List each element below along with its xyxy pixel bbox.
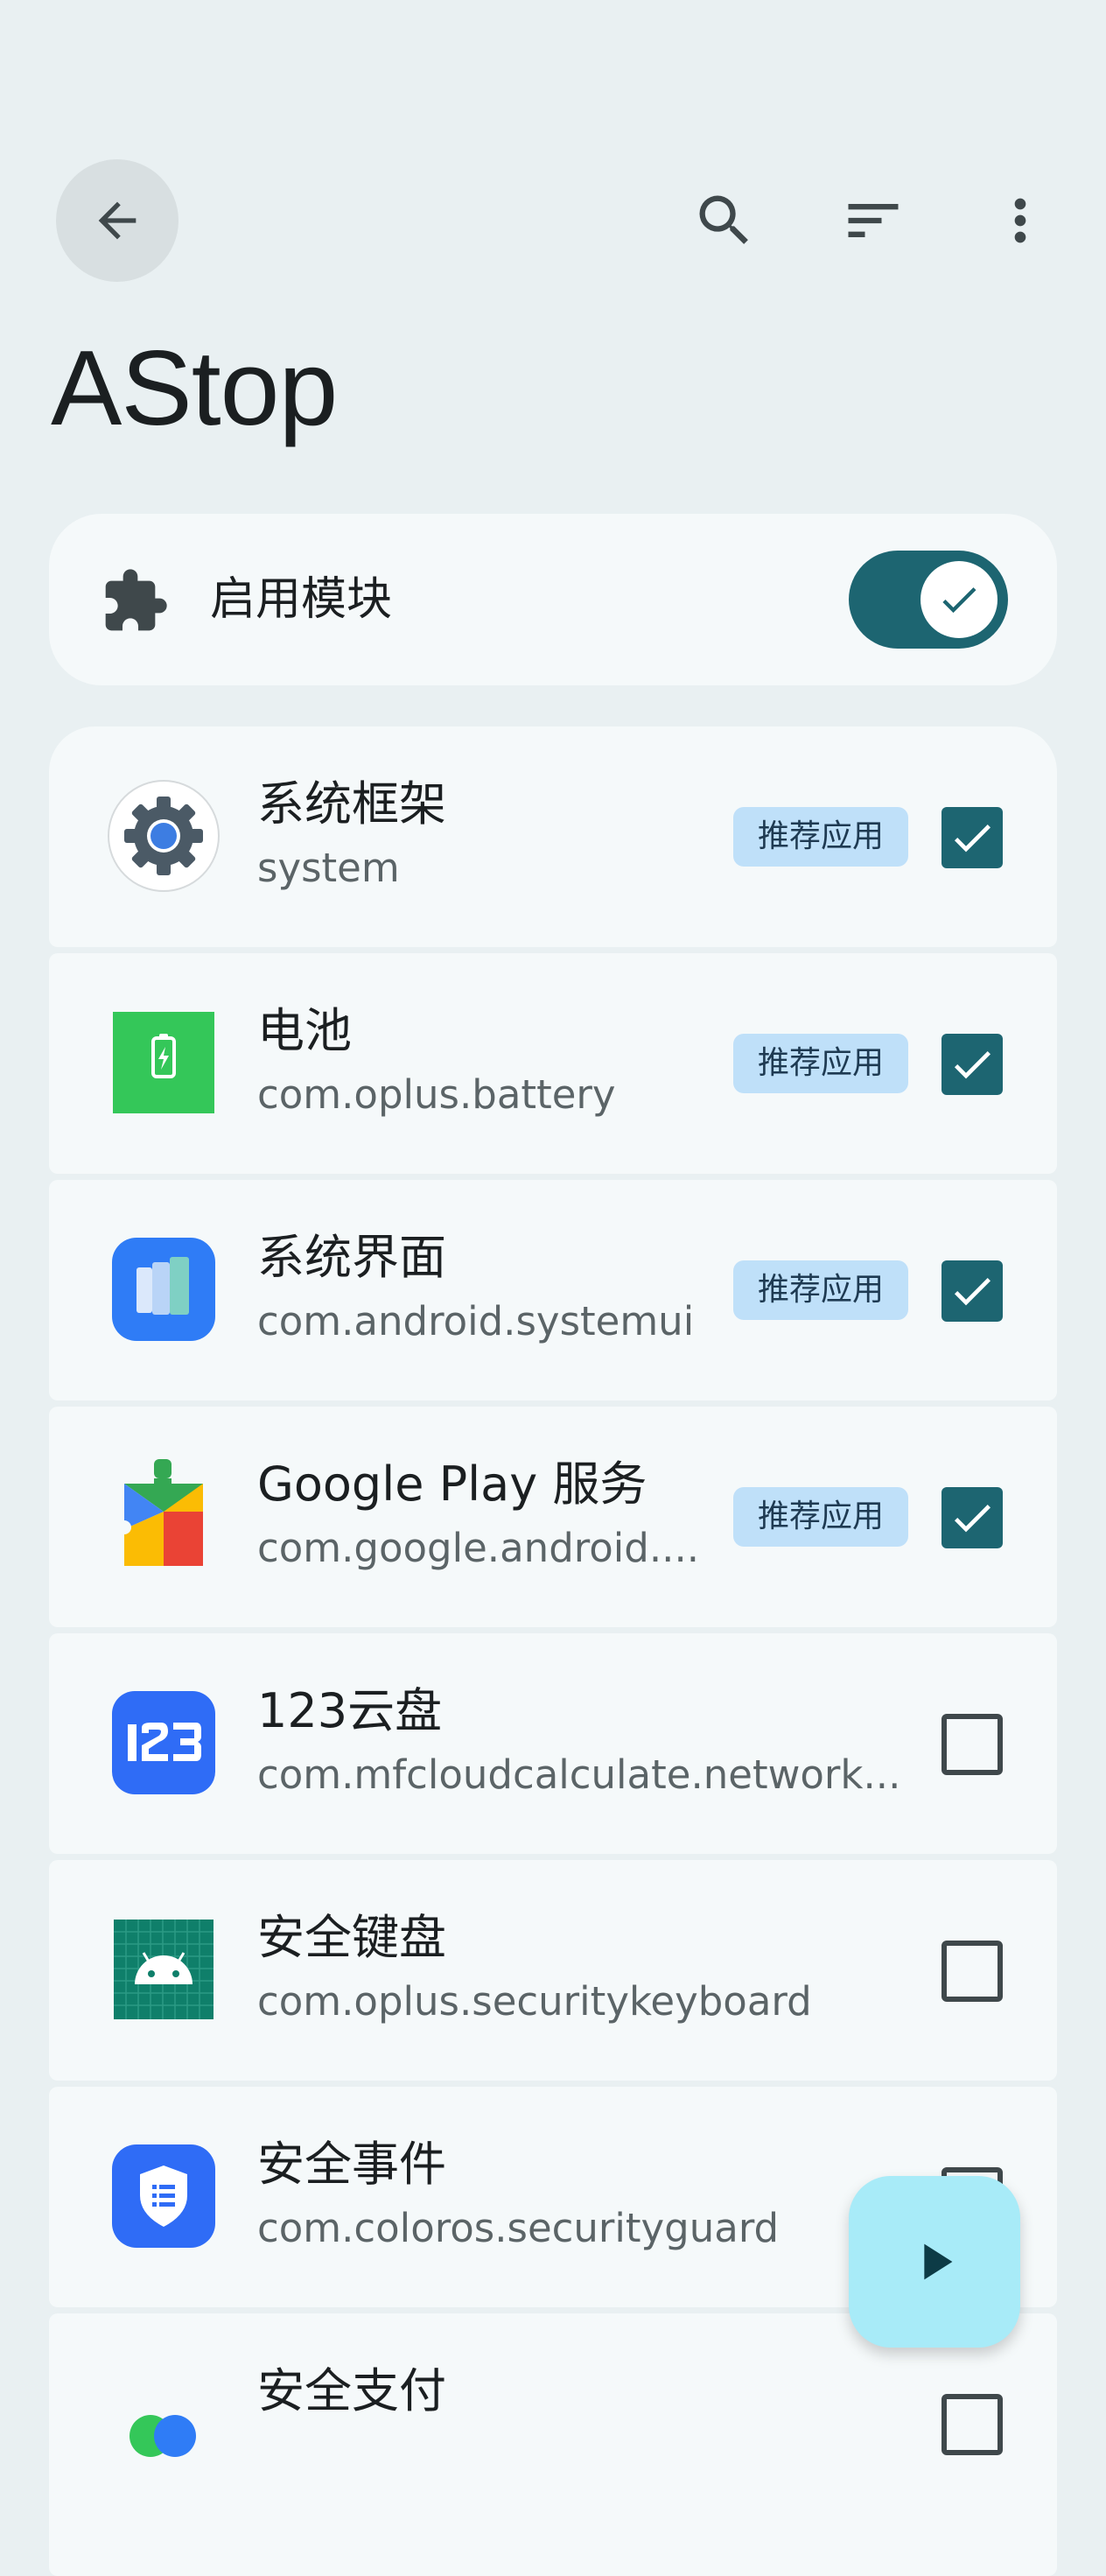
settings-gear-icon — [107, 779, 220, 893]
page-title: AStop — [51, 328, 338, 447]
app-checkbox[interactable] — [942, 2394, 1003, 2455]
app-name: 电池 — [257, 1003, 352, 1058]
app-package: com.google.android.... — [257, 1525, 700, 1571]
search-button[interactable] — [690, 186, 760, 256]
android-robot-icon — [107, 1913, 220, 2026]
more-vert-icon — [1014, 198, 1026, 243]
app-checkbox[interactable] — [942, 807, 1003, 868]
back-button[interactable] — [56, 159, 178, 282]
app-package: com.oplus.battery — [257, 1071, 616, 1118]
search-icon — [699, 195, 748, 244]
recommended-badge: 推荐应用 — [733, 807, 908, 867]
app-name: 安全支付 — [257, 2363, 446, 2418]
app-checkbox[interactable] — [942, 1487, 1003, 1548]
enable-module-switch[interactable] — [849, 551, 1008, 649]
app-checkbox[interactable] — [942, 1714, 1003, 1775]
check-icon — [942, 587, 976, 614]
secure-pay-icon — [107, 2366, 220, 2480]
check-icon — [954, 825, 990, 853]
run-fab-button[interactable] — [849, 2176, 1020, 2348]
app-name: 安全事件 — [257, 2137, 446, 2192]
app-name: 系统界面 — [257, 1230, 446, 1285]
app-checkbox[interactable] — [942, 1034, 1003, 1095]
more-options-button[interactable] — [985, 186, 1055, 256]
app-123-icon — [107, 1686, 220, 1800]
app-package: com.oplus.securitykeyboard — [257, 1978, 812, 2025]
switch-knob — [920, 561, 998, 638]
list-item[interactable]: 安全键盘 com.oplus.securitykeyboard — [49, 1860, 1057, 2081]
list-item[interactable]: 安全支付 — [49, 2313, 1057, 2576]
app-name: 123云盘 — [257, 1683, 443, 1738]
check-icon — [954, 1505, 990, 1533]
arrow-back-icon — [98, 201, 136, 240]
check-icon — [954, 1051, 990, 1079]
app-checkbox[interactable] — [942, 1260, 1003, 1322]
puzzle-icon — [105, 569, 167, 631]
sort-button[interactable] — [838, 186, 908, 256]
app-package: system — [257, 845, 400, 891]
app-package: com.mfcloudcalculate.network... — [257, 1751, 901, 1798]
list-item[interactable]: Google Play 服务 com.google.android.... 推荐… — [49, 1407, 1057, 1627]
top-app-bar — [0, 0, 1106, 298]
sort-icon — [848, 204, 899, 237]
recommended-badge: 推荐应用 — [733, 1034, 908, 1093]
app-package: com.android.systemui — [257, 1298, 695, 1344]
list-item[interactable]: 电池 com.oplus.battery 推荐应用 — [49, 953, 1057, 1174]
check-icon — [954, 1278, 990, 1306]
security-shield-icon — [107, 2139, 220, 2253]
app-package: com.coloros.securityguard — [257, 2205, 780, 2251]
app-name: 安全键盘 — [257, 1910, 446, 1965]
app-name: Google Play 服务 — [257, 1456, 648, 1512]
enable-module-label: 启用模块 — [210, 573, 393, 626]
list-item[interactable]: 系统界面 com.android.systemui 推荐应用 — [49, 1180, 1057, 1400]
app-name: 系统框架 — [257, 776, 446, 832]
app-checkbox[interactable] — [942, 1941, 1003, 2002]
systemui-icon — [107, 1232, 220, 1346]
list-item[interactable]: 系统框架 system 推荐应用 — [49, 726, 1057, 947]
google-play-services-icon — [107, 1459, 220, 1573]
recommended-badge: 推荐应用 — [733, 1487, 908, 1547]
list-item[interactable]: 123云盘 com.mfcloudcalculate.network... — [49, 1633, 1057, 1854]
play-icon — [924, 2243, 953, 2280]
enable-module-card[interactable]: 启用模块 — [49, 514, 1057, 685]
recommended-badge: 推荐应用 — [733, 1260, 908, 1320]
battery-icon — [107, 1006, 220, 1120]
